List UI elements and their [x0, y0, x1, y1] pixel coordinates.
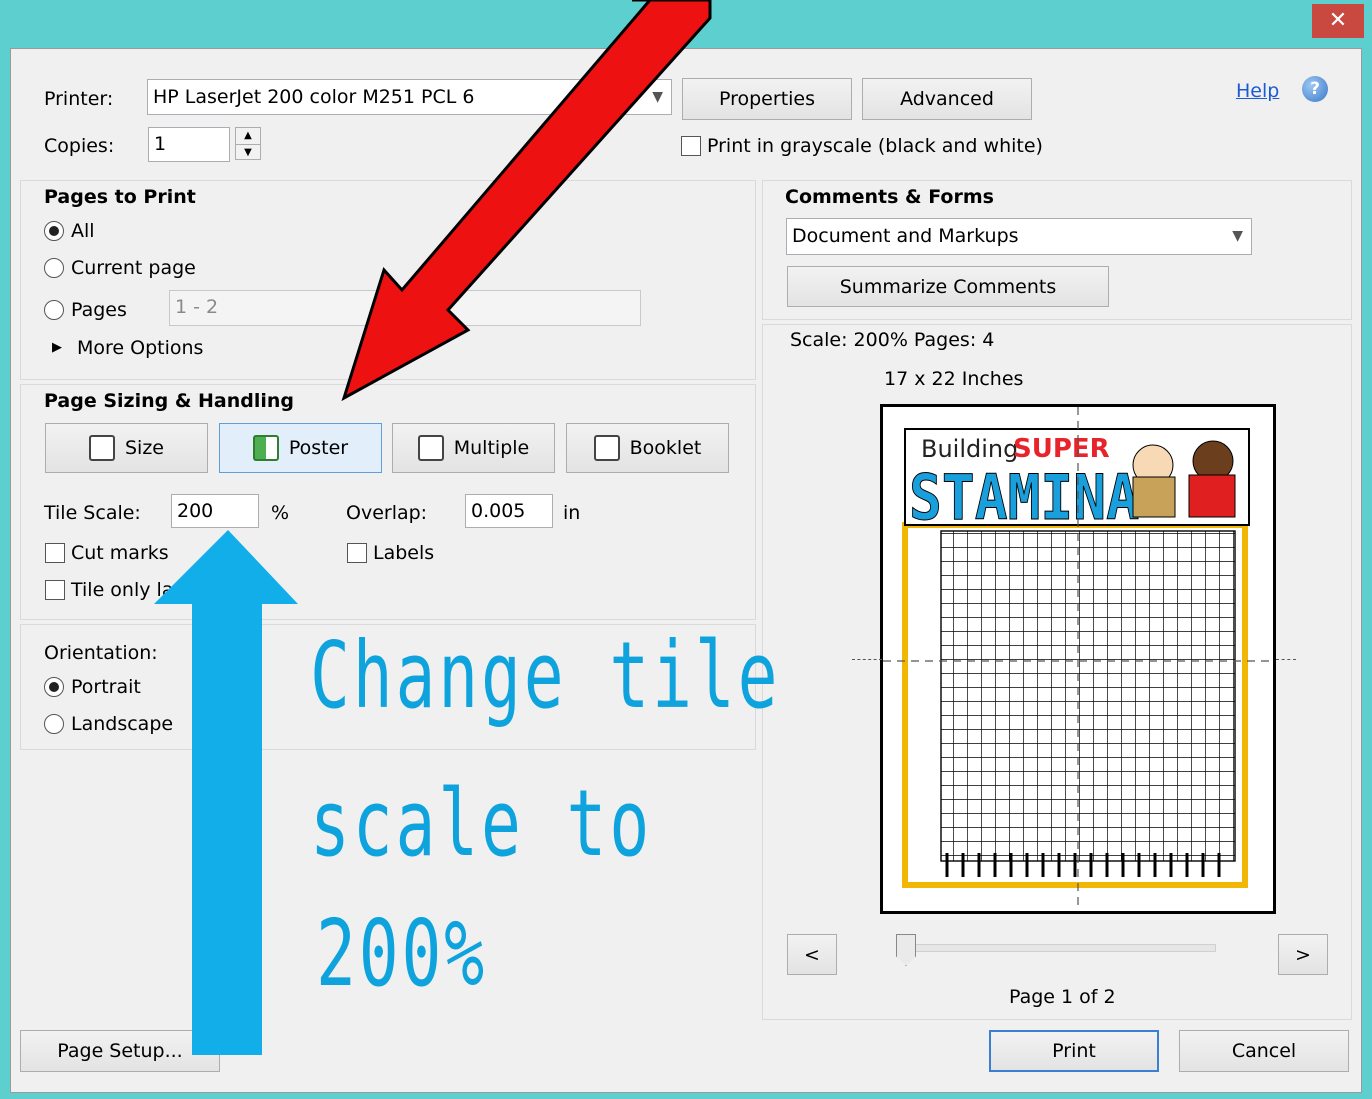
- annotation-line3: 200%: [316, 900, 488, 1007]
- blue-arrow: [154, 530, 298, 1055]
- annotation-line1: Change tile: [310, 622, 781, 729]
- annotation-line2: scale to: [310, 770, 653, 877]
- red-arrow: [341, 0, 712, 402]
- annotation-overlay: [154, 0, 712, 1055]
